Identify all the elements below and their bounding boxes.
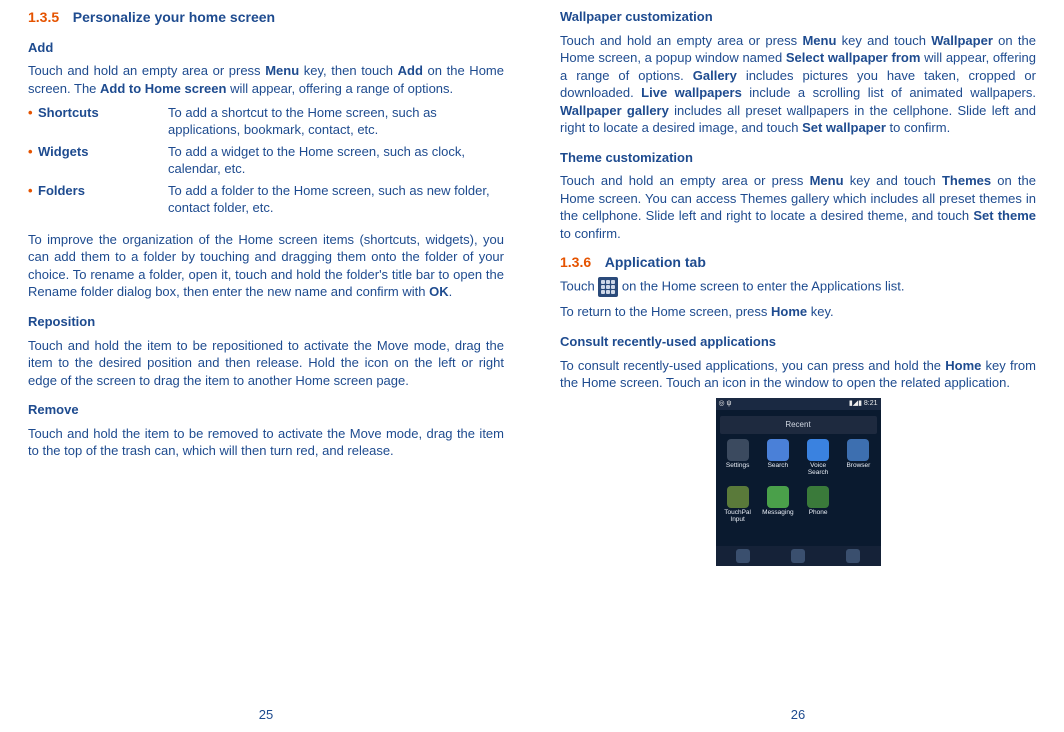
reposition-heading: Reposition: [28, 313, 504, 331]
section-number: 1.3.6: [560, 254, 591, 270]
message-icon: [846, 549, 860, 563]
app-cell: Search: [759, 439, 797, 476]
app-cell: Messaging: [759, 486, 797, 523]
page-number-left: 25: [0, 706, 532, 724]
section-title: Application tab: [605, 254, 706, 270]
page-number-right: 26: [532, 706, 1064, 724]
bullet-desc: To add a shortcut to the Home screen, su…: [168, 104, 504, 139]
app-icon: [807, 439, 829, 461]
app-row: TouchPal InputMessagingPhone: [716, 481, 881, 528]
bullet-label: Folders: [38, 182, 168, 200]
phone-icon: [736, 549, 750, 563]
remove-paragraph: Touch and hold the item to be removed to…: [28, 425, 504, 460]
app-label: Voice Search: [799, 463, 837, 476]
app-cell: [839, 486, 877, 523]
left-page: 1.3.5 Personalize your home screen Add T…: [0, 0, 532, 732]
app-label: Messaging: [759, 510, 797, 517]
app-cell: TouchPal Input: [719, 486, 757, 523]
bottom-nav-bar: [716, 546, 881, 566]
app-icon: [727, 439, 749, 461]
app-icon: [847, 439, 869, 461]
recent-apps-grid: SettingsSearchVoice SearchBrowserTouchPa…: [716, 434, 881, 528]
app-icon: [807, 486, 829, 508]
app-label: Browser: [839, 463, 877, 470]
wallpaper-heading: Wallpaper customization: [560, 8, 1036, 26]
app-icon: [767, 486, 789, 508]
status-bar: ◎ ψ ▮◢▮ 8:21: [716, 398, 881, 410]
section-number: 1.3.5: [28, 9, 59, 25]
bullet-desc: To add a widget to the Home screen, such…: [168, 143, 504, 178]
bullet-desc: To add a folder to the Home screen, such…: [168, 182, 504, 217]
application-tab-paragraph: Touch on the Home screen to enter the Ap…: [560, 277, 1036, 297]
app-icon: [767, 439, 789, 461]
grid-icon: [791, 549, 805, 563]
app-grid-icon: [598, 277, 618, 297]
add-paragraph: Touch and hold an empty area or press Me…: [28, 62, 504, 97]
reposition-paragraph: Touch and hold the item to be reposition…: [28, 337, 504, 390]
app-label: Phone: [799, 510, 837, 517]
consult-heading: Consult recently-used applications: [560, 333, 1036, 351]
bullet-row: •FoldersTo add a folder to the Home scre…: [28, 182, 504, 217]
app-row: SettingsSearchVoice SearchBrowser: [716, 434, 881, 481]
bullet-dot: •: [28, 182, 38, 200]
app-icon: [727, 486, 749, 508]
section-header-1-3-5: 1.3.5 Personalize your home screen: [28, 8, 504, 27]
wallpaper-paragraph: Touch and hold an empty area or press Me…: [560, 32, 1036, 137]
bullet-list: •ShortcutsTo add a shortcut to the Home …: [28, 104, 504, 217]
phone-screenshot: ◎ ψ ▮◢▮ 8:21 Recent SettingsSearchVoice …: [716, 398, 881, 566]
organization-paragraph: To improve the organization of the Home …: [28, 231, 504, 301]
theme-heading: Theme customization: [560, 149, 1036, 167]
right-page: Wallpaper customization Touch and hold a…: [532, 0, 1064, 732]
app-cell: Voice Search: [799, 439, 837, 476]
bullet-label: Shortcuts: [38, 104, 168, 122]
bullet-row: •ShortcutsTo add a shortcut to the Home …: [28, 104, 504, 139]
bullet-dot: •: [28, 143, 38, 161]
app-cell: Phone: [799, 486, 837, 523]
app-label: Search: [759, 463, 797, 470]
app-label: Settings: [719, 463, 757, 470]
app-label: TouchPal Input: [719, 510, 757, 523]
section-header-1-3-6: 1.3.6 Application tab: [560, 253, 1036, 272]
theme-paragraph: Touch and hold an empty area or press Me…: [560, 172, 1036, 242]
recent-label: Recent: [720, 416, 877, 435]
consult-paragraph: To consult recently-used applications, y…: [560, 357, 1036, 392]
status-left-icons: ◎ ψ: [719, 399, 732, 408]
section-title: Personalize your home screen: [73, 9, 275, 25]
status-right: ▮◢▮ 8:21: [849, 399, 878, 408]
return-home-paragraph: To return to the Home screen, press Home…: [560, 303, 1036, 321]
app-cell: Browser: [839, 439, 877, 476]
bullet-dot: •: [28, 104, 38, 122]
bullet-label: Widgets: [38, 143, 168, 161]
remove-heading: Remove: [28, 401, 504, 419]
add-heading: Add: [28, 39, 504, 57]
bullet-row: •WidgetsTo add a widget to the Home scre…: [28, 143, 504, 178]
app-cell: Settings: [719, 439, 757, 476]
